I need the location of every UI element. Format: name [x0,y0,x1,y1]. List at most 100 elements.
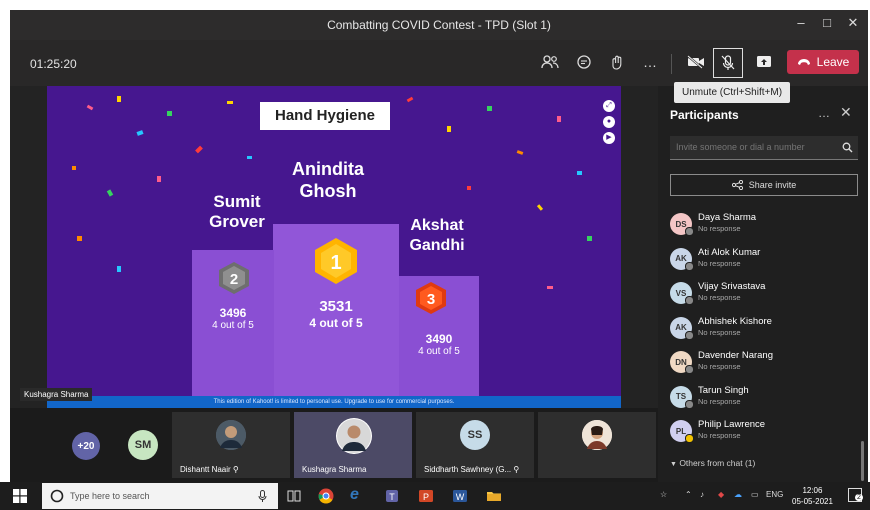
panel-close-icon[interactable]: ✕ [840,104,852,121]
participant-item[interactable]: DN Davender Narang No response [670,348,860,383]
clock-date: 05-05-2021 [792,497,833,506]
second-place-name: Sumit Grover [197,192,277,232]
security-shield-icon[interactable]: ◆ [718,490,724,499]
video-tile[interactable]: SS Siddharth Sawhney (G... ⚲ [416,412,534,478]
confetti [72,166,76,170]
teams-icon[interactable]: T [384,488,400,504]
avatar [582,420,612,450]
second-place-name-line1: Sumit [213,192,261,211]
chevron-up-icon[interactable]: ⌃ [685,490,692,499]
taskbar-search-box[interactable]: Type here to search [42,483,278,509]
confetti [157,176,161,182]
participant-name: Philip Lawrence [698,419,766,430]
word-icon[interactable]: W [452,488,468,504]
shared-content-stage: Hand Hygiene ⤢ ● ▶ Anindita Ghosh 1 3531… [10,86,658,408]
participant-name: Tarun Singh [698,384,749,396]
notification-center-icon[interactable]: 2 [848,488,863,502]
more-options-icon[interactable]: … [637,50,663,74]
avatar[interactable]: SM [128,430,158,460]
panel-more-icon[interactable]: … [818,106,830,120]
language-indicator[interactable]: ENG [766,490,783,499]
cloud-icon[interactable]: ☁ [734,490,742,499]
chat-icon[interactable] [571,50,597,74]
overflow-participants-button[interactable]: +20 [72,432,100,460]
participant-item[interactable]: TS Tarun Singh No response [670,383,860,418]
presenter-name-tag: Kushagra Sharma [20,388,93,401]
reactions-icon[interactable] [604,50,630,74]
volume-icon[interactable]: ● [603,116,615,128]
task-view-icon[interactable] [286,488,302,504]
teams-meeting-window: Combatting COVID Contest - TPD (Slot 1) … [10,10,868,482]
people-icon[interactable]: ☆ [660,490,667,499]
taskbar-clock[interactable]: 12:06 05-05-2021 [792,485,833,507]
gold-rank-icon: 1 [315,238,357,284]
mic-off-icon: ⚲ [513,465,520,474]
windows-start-icon[interactable] [13,489,27,503]
first-place-name-line1: Anindita [292,159,364,179]
first-rank-number: 1 [330,252,341,274]
maximize-icon[interactable]: □ [816,15,838,30]
minimize-icon[interactable]: – [790,15,812,30]
third-place-score: 3490 [425,332,453,346]
participant-name: Davender Narang [698,350,773,361]
confetti [547,286,553,289]
participant-item[interactable]: DS Daya Sharma No response [670,210,860,245]
participant-item[interactable]: VS Vijay Srivastava No response [670,279,860,314]
video-tile[interactable] [538,412,656,478]
third-place-name-line1: Akshat [410,217,464,234]
participant-status: No response [698,327,741,337]
camera-off-icon[interactable] [683,50,709,74]
podium-second: 2 3496 4 out of 5 [192,250,274,396]
microphone-icon[interactable] [258,490,267,503]
kahoot-podium-slide: Hand Hygiene ⤢ ● ▶ Anindita Ghosh 1 3531… [47,86,621,408]
invite-input[interactable] [676,142,836,152]
share-screen-icon[interactable] [751,50,777,74]
file-explorer-icon[interactable] [486,488,502,504]
confetti [106,189,114,197]
fullscreen-icon[interactable]: ⤢ [603,100,615,112]
powerpoint-icon[interactable]: P [418,488,434,504]
edge-icon[interactable]: e [350,486,366,503]
close-icon[interactable]: ✕ [842,15,864,31]
leave-button[interactable]: Leave [787,50,859,74]
volume-icon[interactable]: ♪ [700,490,704,499]
confetti [557,116,561,122]
invite-field[interactable] [670,136,858,160]
battery-icon[interactable]: ▭ [751,490,759,499]
third-rank-number: 3 [427,291,435,308]
others-from-chat-section[interactable]: ▼ Others from chat (1) [670,458,755,468]
share-icon [731,180,743,190]
participant-item[interactable]: AK Ati Alok Kumar No response [670,245,860,280]
participant-item[interactable]: PL Philip Lawrence No response [670,417,860,452]
participants-icon[interactable] [537,50,563,74]
participant-status: No response [698,396,741,406]
participant-name: Abhishek Kishore [698,315,772,327]
mic-muted-button[interactable] [713,48,743,78]
tile-name: Dishantt Naair [180,465,231,474]
participant-status: No response [698,224,741,233]
video-tile-active-speaker[interactable]: Kushagra Sharma [294,412,412,478]
confetti [577,171,582,175]
participant-item[interactable]: AK Abhishek Kishore No response [670,314,860,349]
confetti [227,101,233,104]
confetti [86,104,94,111]
video-tile[interactable]: Dishantt Naair ⚲ [172,412,290,478]
panel-scrollbar[interactable] [861,441,864,481]
window-title: Combatting COVID Contest - TPD (Slot 1) [327,18,551,32]
status-dot [685,399,694,409]
notification-count: 2 [855,494,863,501]
second-rank-number: 2 [230,271,238,288]
participants-panel: Participants … ✕ Share invite DS Daya Sh… [658,86,868,482]
participant-list: DS Daya Sharma No response AK Ati Alok K… [670,210,860,452]
chrome-icon[interactable] [318,488,334,504]
share-invite-button[interactable]: Share invite [670,174,858,196]
svg-text:T: T [389,492,395,502]
bronze-rank-icon: 3 [416,282,446,314]
tile-label: Kushagra Sharma [302,465,367,474]
first-place-detail: 4 out of 5 [309,316,363,330]
person-photo-icon [582,420,612,450]
skip-icon[interactable]: ▶ [603,132,615,144]
status-dot [685,365,694,374]
title-bar: Combatting COVID Contest - TPD (Slot 1) … [10,10,868,40]
avatar: SS [460,420,490,450]
